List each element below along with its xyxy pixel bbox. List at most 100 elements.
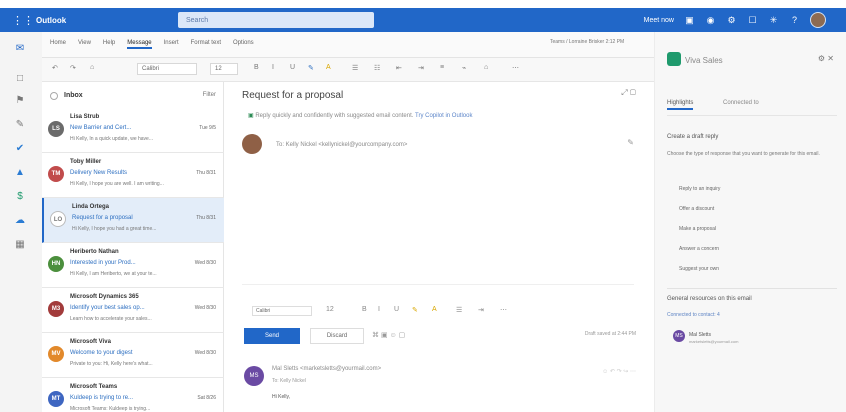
paint-icon[interactable]: ⌂ [90,64,94,71]
tip-text: Reply quickly and confidently with sugge… [255,113,414,119]
link-icon[interactable]: ⌁ [462,64,466,72]
compose-color-icon[interactable]: A [432,306,437,313]
bullets-icon[interactable]: ☰ [352,64,358,72]
filter-button[interactable]: Filter [203,92,216,98]
option-answer-concern[interactable]: Answer a concern [679,246,719,252]
reply-body: Hi Kelly, [272,394,290,400]
people-rail-icon[interactable]: ⚑ [14,94,26,106]
mail-time: Sat 8/26 [197,395,216,401]
size-select[interactable]: 12 [210,63,238,75]
indent-icon[interactable]: ⇥ [418,64,424,72]
more-icon[interactable]: ⋯ [512,64,519,72]
question-icon[interactable]: ? [789,15,800,26]
list-item[interactable]: LO Linda Ortega Request for a proposal T… [42,198,224,243]
avatar: LS [48,121,64,137]
discard-button[interactable]: Discard [310,328,364,344]
tab-home[interactable]: Home [50,40,66,49]
list-item[interactable]: LS Lisa Strub New Barrier and Cert... Tu… [42,108,224,153]
divider [242,284,634,285]
search-input[interactable]: Search [178,12,374,28]
meet-now-button[interactable]: Meet now [644,17,674,24]
tab-help[interactable]: Help [103,40,115,49]
tab-highlights[interactable]: Highlights [667,100,694,110]
option-make-proposal[interactable]: Make a proposal [679,226,716,232]
tab-options[interactable]: Options [233,40,254,49]
resource-detail: marketsletts@yourmail.com [689,339,739,344]
highlight-icon[interactable]: ✎ [308,64,314,72]
align-icon[interactable]: ≡ [440,64,444,71]
compose-size-icon[interactable]: 12 [326,306,334,313]
option-offer-discount[interactable]: Offer a discount [679,206,714,212]
apps-icon[interactable]: ▦ [14,238,26,250]
message-header: To: Kelly Nickel <kellynickel@yourcompan… [242,134,634,156]
compose-indent-icon[interactable]: ⇥ [478,306,484,314]
ribbon-status: Teams / Lorraine Brisker 2:12 PM [550,39,625,45]
compose-font-select[interactable]: Calibri [252,306,312,316]
tab-view[interactable]: View [78,40,91,49]
avatar[interactable] [810,12,826,28]
numbering-icon[interactable]: ☷ [374,64,380,72]
compose-more-icon[interactable]: ⋯ [500,306,507,314]
expand-icon[interactable]: ⤢ ▢ [621,88,636,98]
calendar-icon[interactable]: ▣ [684,15,695,26]
edit-icon[interactable]: ✎ [627,138,634,147]
onedrive-icon[interactable]: ☁ [14,214,26,226]
compose-highlight-icon[interactable]: ✎ [412,306,418,314]
paperclip-icon[interactable]: ✎ [14,118,26,130]
reply-message: MS Mal Sletts <marketsletts@yourmail.com… [244,366,636,401]
recipient-line: To: Kelly Nickel <kellynickel@yourcompan… [276,142,408,148]
avatar: MS [244,366,264,386]
list-item[interactable]: MT Microsoft Teams Kuldeep is trying to … [42,378,224,412]
todo-icon[interactable]: ✔ [14,142,26,154]
tab-insert[interactable]: Insert [164,40,179,49]
resources-link[interactable]: Connected to contact: 4 [667,312,720,318]
avatar: MT [48,391,64,407]
list-item[interactable]: TM Toby Miller Delivery New Results Thu … [42,153,224,198]
underline-icon[interactable]: U [290,64,295,71]
redo-icon[interactable]: ↷ [70,64,76,72]
compose-underline-icon[interactable]: U [394,306,399,313]
calendar-rail-icon[interactable]: □ [14,72,26,84]
attachment-icons[interactable]: ⌘ ▣ ☺ ▢ [372,331,405,339]
list-item[interactable]: MV Microsoft Viva Welcome to your digest… [42,333,224,378]
copilot-icon: ▣ [248,113,254,119]
undo-icon[interactable]: ↶ [52,64,58,72]
bold-icon[interactable]: B [254,64,259,71]
tab-format-text[interactable]: Format text [191,40,221,49]
compose-list-icon[interactable]: ☰ [456,306,462,314]
help-icon[interactable]: ✳ [768,15,779,26]
tab-connected[interactable]: Connected to [723,100,759,106]
gear-icon[interactable]: ⚙ [726,15,737,26]
select-all-checkbox[interactable] [50,92,58,100]
teams-icon[interactable]: ◉ [705,15,716,26]
list-item[interactable]: HN Heriberto Nathan Interested in your P… [42,243,224,288]
mail-sender: Microsoft Viva [70,339,111,345]
waffle-icon[interactable]: ⋮⋮ [12,14,34,27]
font-select[interactable]: Calibri [137,63,197,75]
mail-subject: Interested in your Prod... [70,260,136,266]
tip-link[interactable]: Try Copilot in Outlook [415,113,472,119]
attach-icon[interactable]: ⌂ [484,64,488,71]
avatar: M3 [48,301,64,317]
outdent-icon[interactable]: ⇤ [396,64,402,72]
list-item[interactable]: M3 Microsoft Dynamics 365 Identify your … [42,288,224,333]
reply-actions[interactable]: ☺ ↶ ↷ ↪ ⋯ [602,368,636,375]
italic-icon[interactable]: I [272,64,274,71]
mail-icon[interactable]: ✉ [14,42,26,54]
mail-subject: Kuldeep is trying to re... [70,395,134,401]
compose-bold-icon[interactable]: B [362,306,367,313]
viva-settings-icon[interactable]: ⚙ ✕ [818,54,834,63]
viva-rail-icon[interactable]: $ [14,190,26,202]
compose-font-value: Calibri [256,308,271,314]
compose-italic-icon[interactable]: I [378,306,380,313]
send-button[interactable]: Send [244,328,300,344]
teams-rail-icon[interactable]: ▲ [14,166,26,178]
mail-time: Wed 8/30 [194,350,216,356]
send-row: Send Discard ⌘ ▣ ☺ ▢ Draft saved at 2:44… [242,328,646,348]
bell-icon[interactable]: ☐ [747,15,758,26]
tab-message[interactable]: Message [127,40,152,49]
option-reply-inquiry[interactable]: Reply to an inquiry [679,186,720,192]
size-value: 12 [215,66,222,72]
suggest-own-button[interactable]: Suggest your own [679,266,719,272]
color-icon[interactable]: A [326,64,331,71]
